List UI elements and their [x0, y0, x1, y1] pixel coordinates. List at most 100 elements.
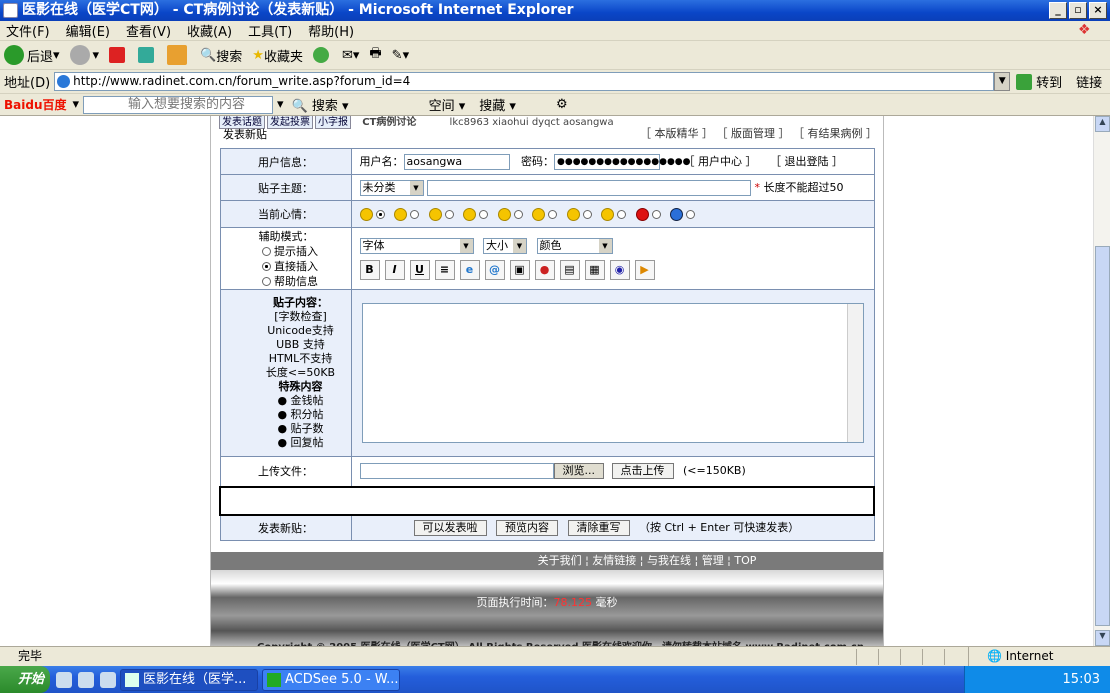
password-input[interactable]: ●●●●●●●●●●●●●●●●●: [554, 154, 691, 170]
baidu-search-input[interactable]: 输入想要搜索的内容: [83, 95, 274, 114]
mood-radio-6[interactable]: [548, 209, 557, 219]
mood-cool-icon[interactable]: [394, 207, 407, 221]
email-icon[interactable]: @: [484, 259, 505, 280]
image-icon[interactable]: ▣: [509, 259, 530, 280]
favorites-button[interactable]: ★ 收藏夹: [252, 46, 303, 65]
upload-file-input[interactable]: [359, 463, 554, 480]
flash-icon[interactable]: ●: [534, 259, 555, 280]
assist-option-help[interactable]: 帮助信息: [259, 274, 351, 289]
color-select[interactable]: 颜色: [536, 237, 613, 254]
mood-radio-4[interactable]: [479, 209, 488, 219]
mood-radio-8[interactable]: [617, 209, 626, 219]
go-button[interactable]: 转到: [1016, 72, 1062, 91]
refresh-button[interactable]: [138, 47, 157, 63]
baidu-search-button[interactable]: 🔍 搜索 ▾: [292, 95, 349, 114]
special-postcount[interactable]: ● 贴子数: [251, 422, 351, 436]
upload-button[interactable]: 点击上传: [611, 463, 674, 480]
ie-quicklaunch-icon[interactable]: [56, 671, 72, 688]
scroll-up-arrow-icon[interactable]: ▲: [1095, 116, 1110, 132]
mood-radio-1[interactable]: [375, 209, 385, 219]
stop-button[interactable]: [109, 47, 128, 63]
menu-help[interactable]: 帮助(H): [308, 21, 354, 40]
taskbar-ie-window[interactable]: 医影在线（医学...: [120, 668, 258, 691]
history-button[interactable]: [312, 47, 332, 63]
address-dropdown[interactable]: ▼: [994, 72, 1011, 91]
back-button[interactable]: 后退 ▾: [4, 45, 60, 65]
scroll-down-arrow-icon[interactable]: ▼: [1095, 630, 1110, 646]
mood-smile-icon[interactable]: [532, 207, 545, 221]
content-textarea[interactable]: [361, 303, 864, 443]
mood-question-icon[interactable]: [670, 207, 683, 221]
underline-icon[interactable]: U: [409, 259, 430, 280]
print-button[interactable]: 🖶: [369, 44, 381, 66]
home-button[interactable]: [167, 45, 190, 65]
link-icon[interactable]: e: [459, 259, 480, 280]
mood-radio-3[interactable]: [444, 209, 454, 219]
mail-button[interactable]: ✉ ▾: [342, 48, 359, 63]
mood-grin-icon[interactable]: [497, 207, 511, 221]
mood-sunglasses-icon[interactable]: [463, 207, 476, 221]
mood-arrow-icon[interactable]: [359, 207, 373, 221]
mood-radio-2[interactable]: [410, 209, 419, 219]
search-button[interactable]: 🔍 搜索: [200, 46, 242, 65]
user-center-link[interactable]: ［ 用户中心 ］: [684, 155, 757, 168]
small-post-button[interactable]: 小字报: [315, 116, 351, 129]
username-input[interactable]: aosangwa: [403, 154, 510, 170]
links-label[interactable]: 链接: [1076, 72, 1102, 91]
quote-icon[interactable]: ▦: [584, 259, 605, 280]
menu-view[interactable]: 查看(V): [126, 21, 171, 40]
edit-button[interactable]: ✎ ▾: [392, 48, 409, 63]
special-reply[interactable]: ● 回复帖: [251, 436, 351, 450]
submit-button[interactable]: 可以发表啦: [413, 520, 487, 537]
new-poll-button[interactable]: 发起投票: [267, 116, 313, 129]
mood-sad-icon[interactable]: [601, 207, 614, 221]
essence-link[interactable]: ［ 本版精华 ］: [640, 127, 713, 140]
baidu-collect-button[interactable]: 搜藏 ▾: [479, 95, 516, 114]
font-select[interactable]: 字体: [359, 237, 474, 254]
forum-name[interactable]: CT病例讨论: [362, 117, 416, 128]
textarea-scrollbar[interactable]: [846, 304, 863, 442]
media-quicklaunch-icon[interactable]: [100, 671, 116, 688]
special-money[interactable]: ● 金钱帖: [251, 394, 351, 408]
manage-link[interactable]: ［ 版面管理 ］: [717, 127, 790, 140]
word-check-link[interactable]: [字数检查]: [251, 310, 351, 324]
mood-radio-5[interactable]: [513, 209, 523, 219]
subject-input[interactable]: [427, 180, 751, 196]
forward-button[interactable]: ▾: [69, 45, 99, 65]
mood-shock-icon[interactable]: [566, 207, 580, 221]
footer-links[interactable]: 关于我们 ¦ 友情链接 ¦ 与我在线 ¦ 管理 ¦ TOP: [211, 552, 883, 570]
start-button[interactable]: 开始: [0, 666, 50, 693]
preview-button[interactable]: 预览内容: [496, 520, 558, 537]
menu-favorites[interactable]: 收藏(A): [187, 21, 232, 40]
code-icon[interactable]: ▤: [559, 259, 580, 280]
size-select[interactable]: 大小: [483, 237, 527, 254]
menu-file[interactable]: 文件(F): [6, 21, 50, 40]
realplay-icon[interactable]: ▶: [634, 259, 655, 280]
address-input[interactable]: http://www.radinet.com.cn/forum_write.as…: [54, 72, 995, 91]
reset-button[interactable]: 清除重写: [567, 520, 630, 537]
special-points[interactable]: ● 积分帖: [251, 408, 351, 422]
maximize-button[interactable]: ▫: [1069, 2, 1087, 19]
baidu-logo[interactable]: Baidu百度: [4, 96, 67, 113]
bold-icon[interactable]: B: [359, 259, 380, 280]
center-icon[interactable]: ≡: [434, 259, 455, 280]
close-button[interactable]: ×: [1089, 2, 1107, 19]
assist-option-hint[interactable]: 提示插入: [259, 244, 351, 259]
italic-icon[interactable]: I: [384, 259, 405, 280]
gear-icon[interactable]: ⚙: [556, 97, 568, 112]
category-select[interactable]: 未分类: [359, 180, 424, 196]
scroll-thumb[interactable]: [1095, 246, 1110, 626]
browse-button[interactable]: 浏览...: [553, 463, 604, 480]
baidu-space-button[interactable]: 空间 ▾: [429, 95, 466, 114]
mood-radio-10[interactable]: [686, 209, 695, 219]
mood-alert-icon[interactable]: [635, 207, 649, 221]
results-link[interactable]: ［ 有结果病例 ］: [793, 127, 877, 140]
menu-edit[interactable]: 编辑(E): [66, 21, 110, 40]
assist-option-direct[interactable]: 直接插入: [259, 259, 351, 274]
mood-radio-9[interactable]: [651, 209, 661, 219]
desktop-quicklaunch-icon[interactable]: [78, 671, 94, 688]
media-icon[interactable]: ◉: [609, 259, 630, 280]
mood-laugh-icon[interactable]: [428, 207, 442, 221]
mood-radio-7[interactable]: [582, 209, 592, 219]
menu-tools[interactable]: 工具(T): [248, 21, 292, 40]
